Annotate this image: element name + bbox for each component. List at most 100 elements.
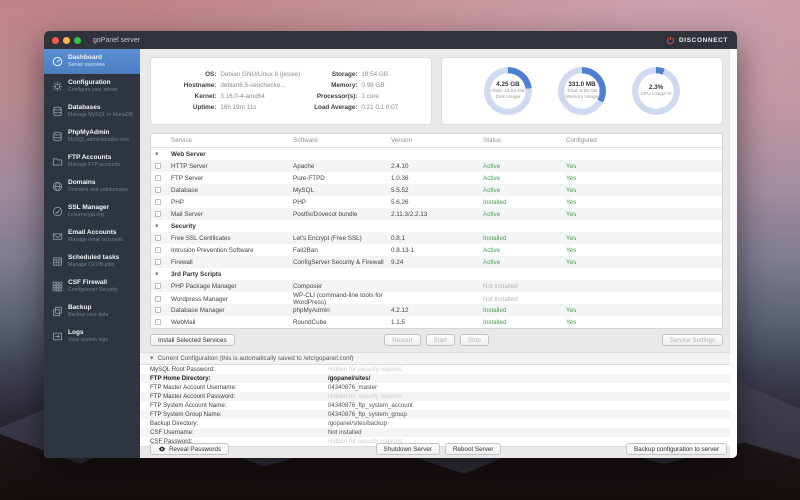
memory-usage-text: 331.0 MB Total: 0.98 GB Memory Usage xyxy=(565,80,599,101)
config-row: FTP System Group Name: 04340876_ftp_syste… xyxy=(140,410,730,419)
export-arrow-icon xyxy=(51,331,63,343)
row-checkbox[interactable] xyxy=(155,235,161,241)
close-button[interactable] xyxy=(52,36,59,44)
sidebar-item-ftp-accounts[interactable]: FTP Accounts Manage FTP accounts xyxy=(44,149,140,174)
config-section-header[interactable]: ▾ Current Configuration (this is automat… xyxy=(140,352,730,365)
row-checkbox[interactable] xyxy=(155,319,161,325)
sidebar-item-phpmyadmin[interactable]: PhpMyAdmin MySQL administration tool xyxy=(44,124,140,149)
config-row: Backup Directory:/gopanel/sites/backup xyxy=(150,420,387,427)
cpu-usage-text: 2.3% CPU Usage % xyxy=(640,83,672,97)
window-titlebar: goPanel server DISCONNECT xyxy=(44,31,737,49)
info-value: 3.16.0-4-amd64 xyxy=(220,93,265,100)
group-row-security[interactable]: ▾ Security xyxy=(151,220,722,232)
collapse-arrow-icon: ▾ xyxy=(155,150,159,158)
service-row[interactable]: HTTP Server Apache 2.4.10 Active Yes xyxy=(151,160,722,172)
status-badge: Installed xyxy=(483,234,507,242)
info-label: Uptime: xyxy=(192,104,217,111)
sidebar-item-subtitle: View system logs xyxy=(68,337,108,344)
sidebar-item-title: CSF Firewall xyxy=(68,279,108,287)
sidebar-item-subtitle: Manage MySQL or MariaDB xyxy=(68,112,133,119)
install-selected-services-button[interactable]: Install Selected Services xyxy=(150,334,235,346)
reveal-passwords-button[interactable]: Reveal Passwords xyxy=(150,443,230,455)
sidebar-item-subtitle: Configserver Security xyxy=(68,287,118,294)
status-badge: Not installed xyxy=(483,295,518,303)
grid-icon xyxy=(51,281,63,293)
group-row-3rd-party[interactable]: ▾ 3rd Party Scripts xyxy=(151,268,722,280)
restart-button[interactable]: Restart xyxy=(384,334,421,346)
row-checkbox[interactable] xyxy=(155,259,161,265)
config-row: FTP Master Account Username: 04340876_mas… xyxy=(150,384,378,391)
service-row[interactable]: Wordpress Manager WP-CLI (command-line to… xyxy=(151,292,722,306)
sidebar-item-dashboard[interactable]: Dashboard Server overview xyxy=(44,49,140,74)
traffic-lights xyxy=(52,36,81,44)
server-info-right: Storage: 18.54 GB Memory: 0.98 GB Processo… xyxy=(314,71,398,111)
service-row[interactable]: Free SSL Certificates Let's Encrypt (Free… xyxy=(151,232,722,244)
zoom-button[interactable] xyxy=(74,36,81,44)
database-icon xyxy=(51,106,63,118)
col-configured: Configured xyxy=(566,137,597,144)
row-checkbox[interactable] xyxy=(155,163,161,169)
disconnect-label: DISCONNECT xyxy=(679,36,728,44)
footer-actions-bar: Shutdown Server Reboot Server Reveal Pas… xyxy=(150,443,727,456)
row-checkbox[interactable] xyxy=(155,247,161,253)
service-row[interactable]: PHP PHP 5.6.26 Installed Yes xyxy=(151,196,722,208)
sidebar-item-title: Scheduled tasks xyxy=(68,254,120,262)
sidebar-item-email-accounts[interactable]: Email Accounts Manage email accounts xyxy=(44,224,140,249)
sidebar-item-scheduled-tasks[interactable]: Scheduled tasks Manage CRON jobs xyxy=(44,249,140,274)
service-row[interactable]: Database MySQL 5.5.52 Active Yes xyxy=(151,184,722,196)
info-value: 16h 19m 11s xyxy=(220,104,257,111)
status-badge: Active xyxy=(483,210,501,218)
shutdown-server-button[interactable]: Shutdown Server xyxy=(375,443,440,455)
disconnect-button[interactable]: DISCONNECT xyxy=(666,36,728,45)
sidebar-item-csf-firewall[interactable]: CSF Firewall Configserver Security xyxy=(44,274,140,299)
row-checkbox[interactable] xyxy=(155,307,161,313)
sidebar-item-title: Email Accounts xyxy=(68,229,117,237)
service-row[interactable]: PHP Package Manager Composer Not installed xyxy=(151,280,722,292)
row-checkbox[interactable] xyxy=(155,296,161,302)
status-badge: Installed xyxy=(483,306,507,314)
group-row-web-server[interactable]: ▾ Web Server xyxy=(151,148,722,160)
disk-usage-donut: 4.25 GB Total: 18.54 GB Disk Usage xyxy=(484,67,532,115)
status-badge: Active xyxy=(483,258,501,266)
service-row[interactable]: Database Manager phpMyAdmin 4.2.12 Installe… xyxy=(151,304,722,316)
calendar-icon xyxy=(51,256,63,268)
sidebar-item-logs[interactable]: Logs View system logs xyxy=(44,324,140,349)
scrollbar-track[interactable] xyxy=(729,49,737,458)
sidebar-item-ssl-manager[interactable]: SSL Manager Letsencrypt.org xyxy=(44,199,140,224)
service-row[interactable]: Firewall ConfigServer Security & Firewall… xyxy=(151,256,722,268)
sidebar-item-title: Logs xyxy=(68,329,84,337)
status-badge: Active xyxy=(483,174,501,182)
gauge-icon xyxy=(51,56,63,68)
reboot-server-button[interactable]: Reboot Server xyxy=(444,443,502,455)
cpu-usage-donut: 2.3% CPU Usage % xyxy=(632,67,680,115)
disk-usage-text: 4.25 GB Total: 18.54 GB Disk Usage xyxy=(491,80,525,101)
sidebar-item-backup[interactable]: Backup Backup your data xyxy=(44,299,140,324)
row-checkbox[interactable] xyxy=(155,187,161,193)
service-row[interactable]: Mail Server Postfix/Dovecot bundle 2.11.3/… xyxy=(151,208,722,220)
gear-icon xyxy=(51,81,63,93)
server-info-left: OS: Debian GNU/Linux 8 (jessie) Hostname:… xyxy=(184,71,300,111)
stop-button[interactable]: Stop xyxy=(459,334,489,346)
row-checkbox[interactable] xyxy=(155,199,161,205)
sidebar-item-title: SSL Manager xyxy=(68,204,110,212)
service-row[interactable]: WebMail RoundCube 1.1.5 Installed Yes xyxy=(151,316,722,328)
sidebar-item-title: Dashboard xyxy=(68,54,102,62)
service-row[interactable]: Intrusion Prevention Software Fail2Ban 0.8… xyxy=(151,244,722,256)
info-value: 0.21 0.1 0.07 xyxy=(361,104,399,111)
start-button[interactable]: Start xyxy=(425,334,455,346)
minimize-button[interactable] xyxy=(63,36,70,44)
row-checkbox[interactable] xyxy=(155,175,161,181)
row-checkbox[interactable] xyxy=(155,283,161,289)
col-status: Status xyxy=(483,137,501,144)
service-row[interactable]: FTP Server Pure-FTPD 1.0.36 Active Yes xyxy=(151,172,722,184)
backup-configuration-button[interactable]: Backup configuration to server xyxy=(625,443,727,455)
info-value: 18.54 GB xyxy=(361,71,389,78)
service-settings-button[interactable]: Service Settings xyxy=(661,334,723,346)
copy-icon xyxy=(51,306,63,318)
sidebar-item-configuration[interactable]: Configuration Configure your server xyxy=(44,74,140,99)
sidebar-item-databases[interactable]: Databases Manage MySQL or MariaDB xyxy=(44,99,140,124)
status-badge: Active xyxy=(483,186,501,194)
sidebar-item-domains[interactable]: Domains Domains and subdomains xyxy=(44,174,140,199)
row-checkbox[interactable] xyxy=(155,211,161,217)
collapse-arrow-icon: ▾ xyxy=(155,222,159,230)
